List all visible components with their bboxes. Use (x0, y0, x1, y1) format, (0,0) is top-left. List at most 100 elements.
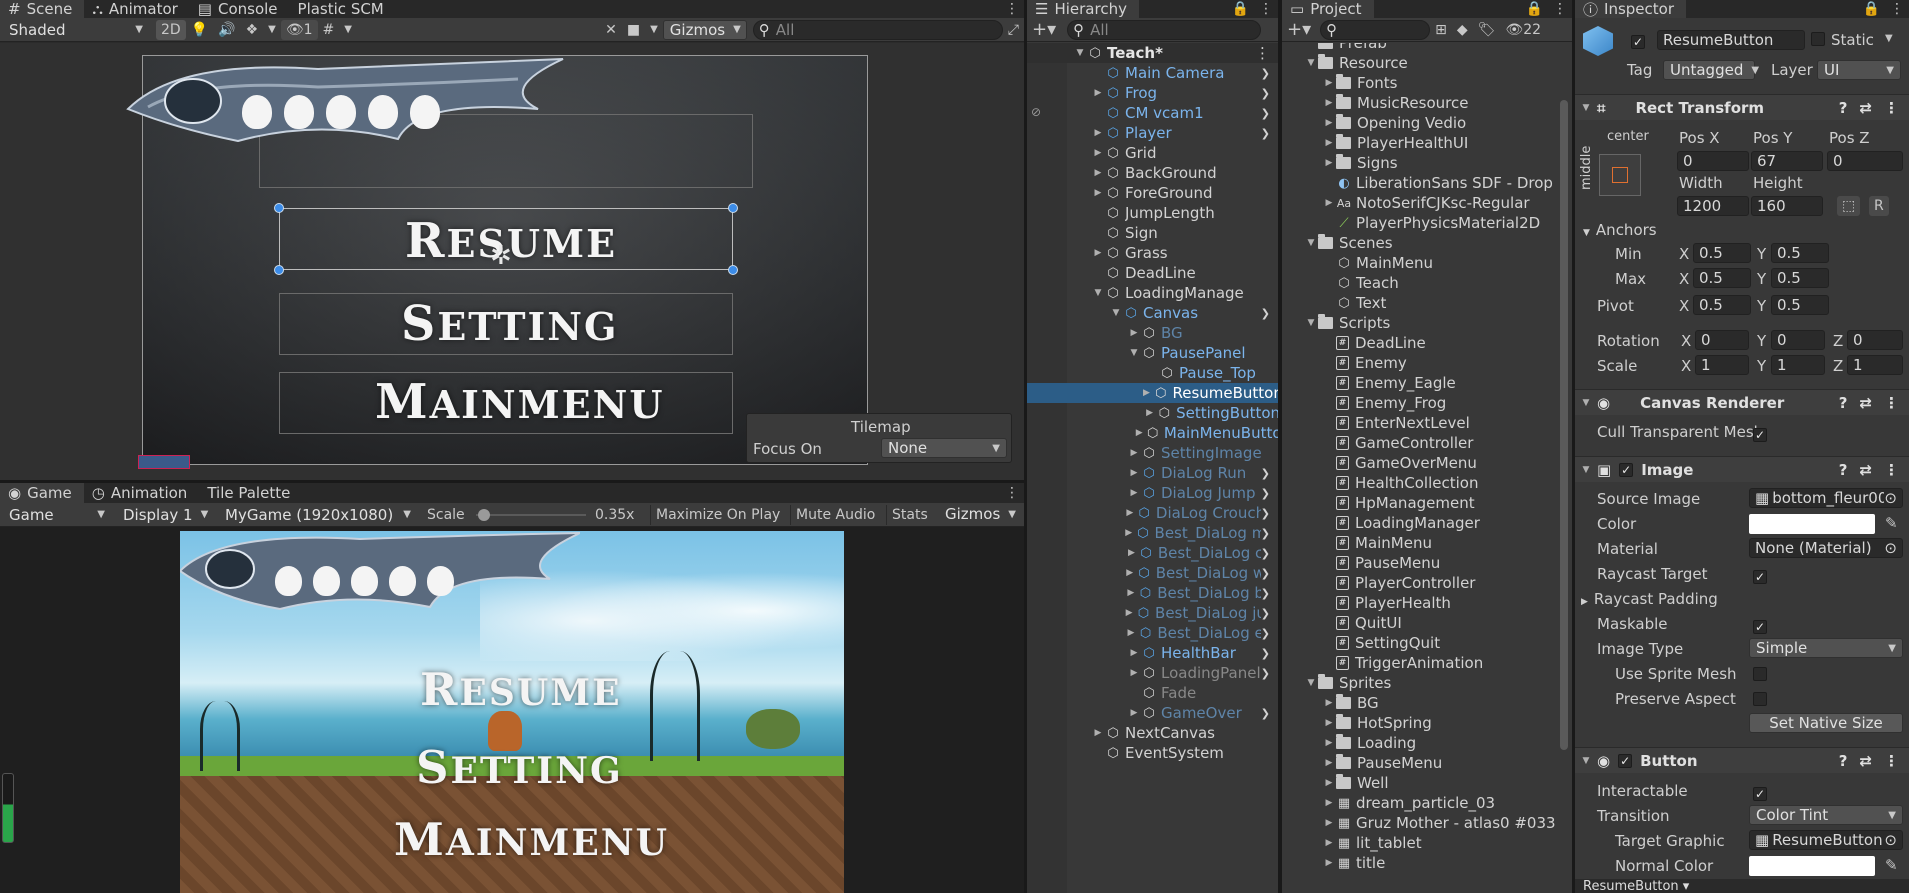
game-viewport[interactable]: RESUME SETTING MAINMENU (180, 531, 844, 893)
project-item[interactable]: ▼ Sprites (1282, 673, 1558, 693)
stats-button[interactable]: Stats (886, 505, 933, 525)
expand-arrow-icon[interactable]: ▶ (1133, 428, 1146, 438)
expand-arrow-icon[interactable]: ▶ (1322, 158, 1336, 168)
hierarchy-item[interactable]: ▶ ⬡ BG (1027, 323, 1278, 343)
expand-arrow-icon[interactable]: ▶ (1581, 597, 1588, 607)
expand-arrow-icon[interactable]: ▶ (1127, 488, 1141, 498)
tab-scene[interactable]: # Scene (0, 0, 85, 18)
audio-icon[interactable]: 🔊 (213, 20, 240, 40)
project-item[interactable]: ▶ Opening Vedio (1282, 113, 1558, 133)
project-item[interactable]: # HealthCollection (1282, 473, 1558, 493)
component-more-icon[interactable]: ⋮ (1884, 752, 1899, 770)
expand-arrow-icon[interactable]: ▼ (1073, 48, 1087, 58)
maximize-icon[interactable]: ⤢ (1003, 20, 1024, 40)
normal-color-swatch[interactable] (1749, 856, 1875, 876)
hierarchy-item[interactable]: ▶ ⬡ Best_DiaLog ju ❯ (1027, 603, 1278, 623)
expand-arrow-icon[interactable]: ▶ (1127, 708, 1141, 718)
project-item[interactable]: ▶ ▦ title (1282, 853, 1558, 873)
project-item[interactable]: ▶ PlayerHealthUI (1282, 133, 1558, 153)
project-item[interactable]: # Enemy_Eagle (1282, 373, 1558, 393)
expand-arrow-icon[interactable]: ▶ (1091, 88, 1105, 98)
hierarchy-item[interactable]: ⬡ Main Camera ❯ (1027, 63, 1278, 83)
hierarchy-item[interactable]: ⬡ JumpLength (1027, 203, 1278, 223)
chevron-right-icon[interactable]: ❯ (1261, 587, 1270, 600)
target-graphic-field[interactable]: ▦ ResumeButton ⊙ (1749, 830, 1903, 850)
help-icon[interactable]: ? (1839, 99, 1848, 117)
search-by-type-icon[interactable]: ⊞ (1430, 20, 1452, 40)
help-icon[interactable]: ? (1839, 461, 1848, 479)
hierarchy-item[interactable]: ▶ ⬡ DiaLog Crouch ❯ (1027, 503, 1278, 523)
collapse-arrow-icon[interactable]: ▼ (1091, 288, 1105, 298)
eyedropper-icon[interactable]: ✎ (1885, 514, 1898, 532)
hierarchy-item[interactable]: ▶ ⬡ Player ❯ (1027, 123, 1278, 143)
object-picker-icon[interactable]: ⊙ (1884, 489, 1897, 507)
hierarchy-item[interactable]: ⬡ Sign (1027, 223, 1278, 243)
interactable-checkbox[interactable]: ✓ (1753, 784, 1767, 802)
project-item[interactable]: ▶ MusicResource (1282, 93, 1558, 113)
collapse-arrow-icon[interactable]: ▼ (1304, 678, 1318, 688)
hierarchy-item[interactable]: ▶⬡MainMenuButton (1027, 423, 1278, 443)
hidden-objects-button[interactable]: 👁 1 (280, 19, 318, 40)
color-swatch[interactable] (1749, 514, 1875, 534)
button-header[interactable]: ▼ ◉ ✓ Button ? ⇄ ⋮ (1575, 747, 1909, 773)
project-item[interactable]: ⬡ Teach (1282, 273, 1558, 293)
chevron-right-icon[interactable]: ❯ (1261, 507, 1270, 520)
project-item[interactable]: ▼ Scripts (1282, 313, 1558, 333)
game-gizmos-dropdown[interactable]: Gizmos ▼ (938, 504, 1022, 524)
project-search-input[interactable]: ⚲ (1320, 19, 1431, 40)
pivot-x-field[interactable]: 0.5 (1693, 295, 1751, 315)
scene-more-icon[interactable]: ⋮ (1000, 0, 1024, 19)
component-more-icon[interactable]: ⋮ (1884, 99, 1899, 117)
project-item[interactable]: # MainMenu (1282, 533, 1558, 553)
hierarchy-item[interactable]: ▶ ⬡ BackGround (1027, 163, 1278, 183)
source-image-field[interactable]: ▦bottom_fleur0003⊙ (1749, 488, 1903, 508)
grid-snap-icon[interactable]: # (318, 20, 340, 40)
expand-arrow-icon[interactable]: ▶ (1123, 508, 1136, 518)
preset-icon[interactable]: ⇄ (1859, 99, 1872, 117)
hierarchy-item[interactable]: ▶ ⬡ Best_DiaLog e ❯ (1027, 623, 1278, 643)
max-x-field[interactable]: 0.5 (1693, 268, 1751, 288)
expand-arrow-icon[interactable]: ▶ (1322, 98, 1336, 108)
project-item[interactable]: ⬡ MainMenu (1282, 253, 1558, 273)
project-item[interactable]: # TriggerAnimation (1282, 653, 1558, 673)
lighting-icon[interactable]: 💡 (186, 20, 213, 40)
hierarchy-item[interactable]: ▶ ⬡ DiaLog Run ❯ (1027, 463, 1278, 483)
chevron-right-icon[interactable]: ❯ (1261, 107, 1270, 120)
expand-arrow-icon[interactable]: ▶ (1143, 408, 1157, 418)
rotation-z-field[interactable]: 0 (1847, 330, 1903, 350)
handle-tr[interactable] (728, 203, 738, 213)
collapse-arrow-icon[interactable]: ▼ (1109, 308, 1123, 318)
expand-arrow-icon[interactable]: ▶ (1322, 838, 1336, 848)
collapse-arrow-icon[interactable]: ▼ (1579, 465, 1593, 475)
set-native-size-button[interactable]: Set Native Size (1749, 713, 1903, 733)
scale-slider-thumb[interactable] (477, 509, 490, 521)
object-picker-icon[interactable]: ⊙ (1884, 539, 1897, 557)
game-setting-button[interactable]: SETTING (416, 741, 623, 794)
expand-arrow-icon[interactable]: ▶ (1322, 858, 1336, 868)
hierarchy-item[interactable]: ▶ ⬡ LoadingPanel ❯ (1027, 663, 1278, 683)
expand-arrow-icon[interactable]: ▶ (1127, 448, 1141, 458)
collapse-arrow-icon[interactable]: ▼ (1304, 318, 1318, 328)
tab-game[interactable]: ◉ Game (0, 483, 84, 503)
tag-dropdown[interactable]: Untagged ▼ (1663, 60, 1759, 80)
anchor-preset-button[interactable] (1599, 154, 1641, 196)
inspector-more-icon[interactable]: ⋮ (1885, 0, 1909, 19)
tab-tile-palette[interactable]: Tile Palette (199, 483, 302, 503)
tab-animation[interactable]: ◷ Animation (84, 483, 200, 503)
game-more-icon[interactable]: ⋮ (1000, 483, 1024, 503)
expand-arrow-icon[interactable]: ▶ (1124, 628, 1138, 638)
effects-dropdown-icon[interactable]: ▼ (263, 20, 281, 40)
chevron-right-icon[interactable]: ❯ (1261, 467, 1270, 480)
hierarchy-item[interactable]: ⬡ Fade (1027, 683, 1278, 703)
expand-arrow-icon[interactable]: ▶ (1322, 118, 1336, 128)
expand-arrow-icon[interactable]: ▶ (1125, 548, 1139, 558)
help-icon[interactable]: ? (1839, 752, 1848, 770)
lock-icon[interactable]: 🔒 (1521, 0, 1548, 19)
hierarchy-item[interactable]: ▶ ⬡ Grid (1027, 143, 1278, 163)
collapse-arrow-icon[interactable]: ▼ (1579, 398, 1593, 408)
rect-transform-header[interactable]: ▼ ⌗ Rect Transform ? ⇄ ⋮ (1575, 94, 1909, 120)
create-asset-icon[interactable]: +▾ (1282, 19, 1316, 40)
expand-arrow-icon[interactable]: ▶ (1091, 248, 1105, 258)
hierarchy-more-icon[interactable]: ⋮ (1254, 0, 1278, 19)
project-item[interactable]: # HpManagement (1282, 493, 1558, 513)
